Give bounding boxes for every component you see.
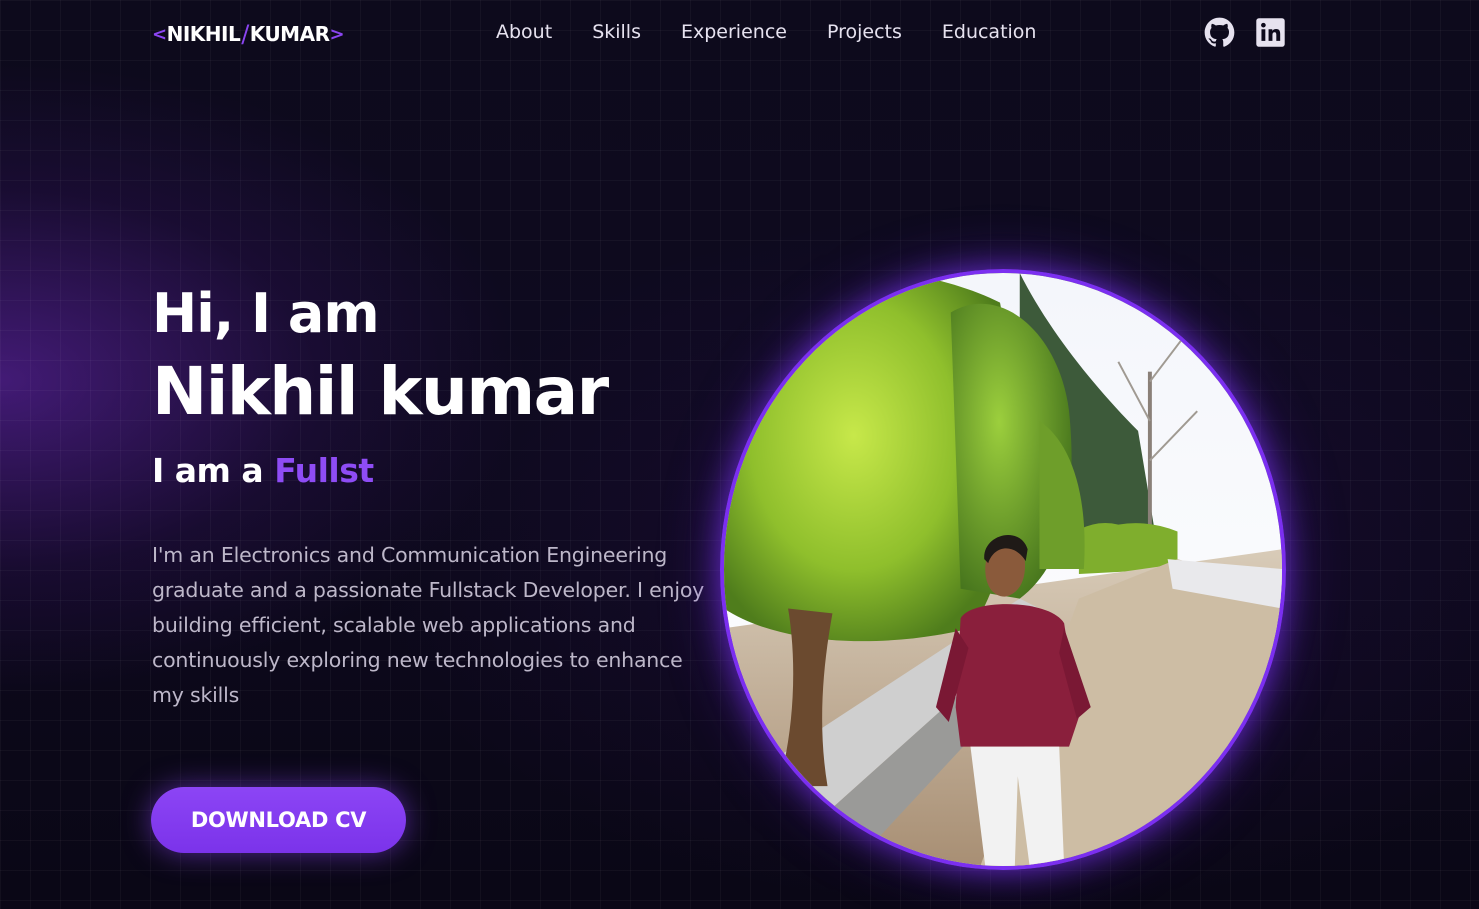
- nav-link-about[interactable]: About: [496, 21, 552, 43]
- github-icon[interactable]: [1204, 17, 1235, 48]
- nav-link-education[interactable]: Education: [942, 21, 1037, 43]
- hero-description: I'm an Electronics and Communication Eng…: [152, 543, 705, 707]
- profile-photo-illustration: [724, 273, 1282, 866]
- logo-slash: /: [241, 20, 249, 48]
- hero-greeting: Hi, I am: [152, 282, 380, 345]
- download-cv-button[interactable]: DOWNLOAD CV: [151, 787, 406, 853]
- logo-first-name: NIKHIL: [166, 22, 241, 46]
- profile-photo: [720, 269, 1286, 870]
- role-prefix: I am a: [152, 451, 264, 490]
- nav-link-experience[interactable]: Experience: [681, 21, 787, 43]
- nav-menu: About Skills Experience Projects Educati…: [496, 21, 1036, 43]
- linkedin-icon[interactable]: [1255, 17, 1286, 48]
- hero-name: Nikhil kumar: [152, 353, 609, 430]
- nav-link-projects[interactable]: Projects: [827, 21, 902, 43]
- role-typewriter: Fullst: [274, 451, 374, 490]
- logo-open-bracket: <: [152, 23, 167, 45]
- social-links: [1204, 17, 1286, 48]
- logo-last-name: KUMAR: [249, 22, 330, 46]
- logo-close-bracket: >: [329, 23, 345, 45]
- nav-link-skills[interactable]: Skills: [592, 21, 641, 43]
- site-logo[interactable]: < NIKHIL / KUMAR >: [152, 20, 345, 48]
- hero-role: I am a Fullst: [152, 451, 374, 490]
- top-nav: < NIKHIL / KUMAR > About Skills Experien…: [0, 0, 1479, 66]
